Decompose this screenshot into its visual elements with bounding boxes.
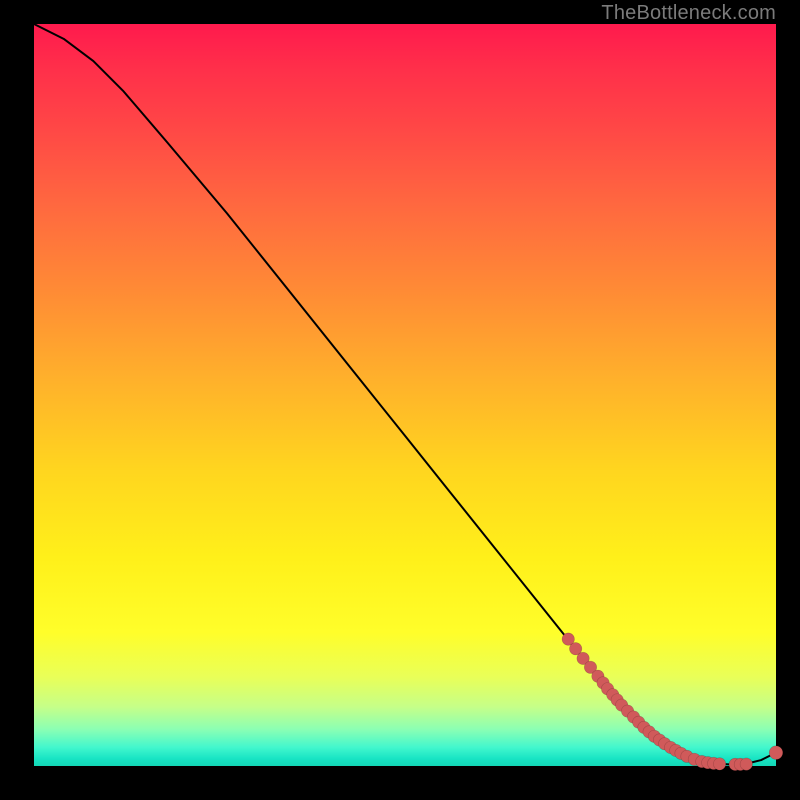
plot-area bbox=[34, 24, 776, 766]
data-point bbox=[769, 746, 783, 760]
bottleneck-curve bbox=[34, 24, 776, 765]
chart-stage: TheBottleneck.com bbox=[0, 0, 800, 800]
data-point bbox=[740, 758, 752, 770]
data-point bbox=[713, 758, 725, 770]
marker-group bbox=[562, 633, 783, 771]
attribution-text: TheBottleneck.com bbox=[601, 2, 776, 25]
chart-svg bbox=[34, 24, 776, 766]
